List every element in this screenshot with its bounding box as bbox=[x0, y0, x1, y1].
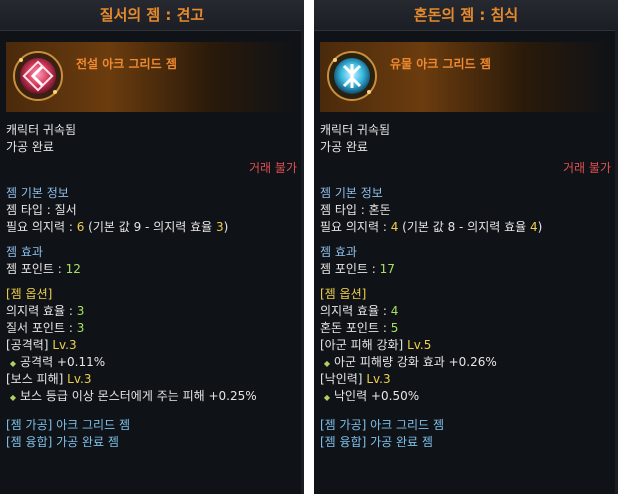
gem-tooltip-chaos: 혼돈의 젬 : 침식 유물 아크 그리드 젬 캐릭터 귀속됨 가공 완료 거래 … bbox=[314, 0, 618, 494]
option2-row: [보스 피해] Lv.3 bbox=[6, 372, 92, 386]
processing-status: 가공 완료 bbox=[6, 140, 54, 154]
options-title: [젬 옵션] bbox=[6, 287, 53, 301]
option2-effect: ◆ 낙인력 +0.50% bbox=[320, 388, 612, 405]
diamond-bullet-icon: ◆ bbox=[9, 359, 17, 368]
order-points-row: 질서 포인트 : 3 bbox=[6, 321, 85, 335]
option1-effect: ◆ 아군 피해량 강화 효과 +0.26% bbox=[320, 354, 612, 371]
untradable-text: 거래 불가 bbox=[249, 161, 297, 175]
bound-text: 캐릭터 귀속됨 bbox=[6, 123, 77, 137]
option1-row: [공격력] Lv.3 bbox=[6, 338, 77, 352]
gem-type-row: 젬 타입 : 혼돈 bbox=[320, 203, 391, 217]
gem-hero: 유물 아크 그리드 젬 bbox=[320, 42, 612, 112]
gem-points-row: 젬 포인트 : 12 bbox=[6, 262, 81, 276]
effect-title: 젬 효과 bbox=[320, 245, 357, 259]
blue-chaos-gem-icon bbox=[326, 50, 378, 102]
option2-effect: ◆ 보스 등급 이상 몬스터에게 주는 피해 +0.25% bbox=[6, 388, 298, 405]
gem-grade-name: 전설 아크 그리드 젬 bbox=[76, 57, 177, 71]
tooltip-title: 질서의 젬 : 견고 bbox=[0, 0, 304, 31]
effect-title: 젬 효과 bbox=[6, 245, 43, 259]
gem-processing-link[interactable]: [젬 가공] 아크 그리드 젬 bbox=[6, 417, 298, 434]
option1-effect: ◆ 공격력 +0.11% bbox=[6, 354, 298, 371]
bound-text: 캐릭터 귀속됨 bbox=[320, 123, 391, 137]
diamond-bullet-icon: ◆ bbox=[323, 359, 331, 368]
tooltip-title: 혼돈의 젬 : 침식 bbox=[314, 0, 618, 31]
processing-status: 가공 완료 bbox=[320, 140, 368, 154]
basic-info-title: 젬 기본 정보 bbox=[320, 186, 383, 200]
gem-tooltip-order: 질서의 젬 : 견고 전설 아크 그리드 젬 캐릭터 귀속됨 가공 완료 거래 … bbox=[0, 0, 304, 494]
option1-row: [아군 피해 강화] Lv.5 bbox=[320, 338, 432, 352]
gem-type-row: 젬 타입 : 질서 bbox=[6, 203, 77, 217]
gem-grade-name: 유물 아크 그리드 젬 bbox=[390, 57, 491, 71]
scrollbar[interactable] bbox=[301, 30, 304, 494]
tooltip-body: 캐릭터 귀속됨 가공 완료 거래 불가 젬 기본 정보 젬 타입 : 질서 필요… bbox=[6, 122, 298, 451]
will-efficiency-row: 의지력 효율 : 3 bbox=[6, 304, 85, 318]
diamond-bullet-icon: ◆ bbox=[9, 393, 17, 402]
required-will-row: 필요 의지력 : 4 (기본 값 8 - 의지력 효율 4) bbox=[320, 220, 543, 234]
chaos-points-row: 혼돈 포인트 : 5 bbox=[320, 321, 399, 335]
gem-points-row: 젬 포인트 : 17 bbox=[320, 262, 395, 276]
required-will-row: 필요 의지력 : 6 (기본 값 9 - 의지력 효율 3) bbox=[6, 220, 229, 234]
red-order-gem-icon bbox=[12, 50, 64, 102]
untradable-text: 거래 불가 bbox=[563, 161, 611, 175]
gem-processing-link[interactable]: [젬 가공] 아크 그리드 젬 bbox=[320, 417, 612, 434]
gem-fusion-link[interactable]: [젬 융합] 가공 완료 젬 bbox=[6, 434, 298, 451]
options-title: [젬 옵션] bbox=[320, 287, 367, 301]
tooltip-body: 캐릭터 귀속됨 가공 완료 거래 불가 젬 기본 정보 젬 타입 : 혼돈 필요… bbox=[320, 122, 612, 451]
gem-hero: 전설 아크 그리드 젬 bbox=[6, 42, 298, 112]
basic-info-title: 젬 기본 정보 bbox=[6, 186, 69, 200]
gem-fusion-link[interactable]: [젬 융합] 가공 완료 젬 bbox=[320, 434, 612, 451]
diamond-bullet-icon: ◆ bbox=[323, 393, 331, 402]
will-efficiency-row: 의지력 효율 : 4 bbox=[320, 304, 399, 318]
option2-row: [낙인력] Lv.3 bbox=[320, 372, 391, 386]
